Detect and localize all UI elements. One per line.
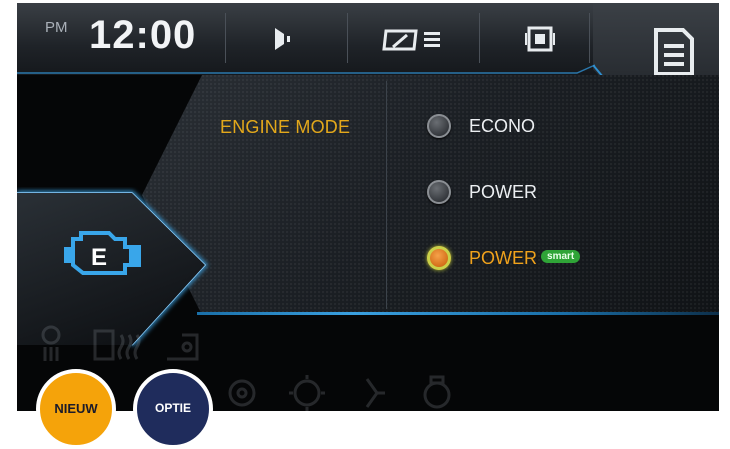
divider	[225, 13, 226, 63]
engine-check-icon[interactable]: E	[59, 225, 149, 286]
option-label: POWER	[469, 247, 538, 268]
am-pm-indicator: PM	[45, 19, 68, 36]
option-badge: OPTIE	[133, 369, 213, 449]
topbar-glow-line	[17, 64, 596, 74]
option-badge-label: OPTIE	[154, 401, 191, 415]
option-label: ECONO	[469, 115, 536, 136]
option-label: POWER	[469, 181, 538, 202]
radio-button[interactable]	[427, 114, 451, 138]
display-screen: PM 12:00 ENGINE MODE ECONO POWER POWER s…	[17, 3, 719, 411]
smart-badge: smart	[541, 249, 581, 263]
engine-icon-letter: E	[91, 244, 107, 271]
faint-icons-row-2	[228, 375, 451, 411]
radio-button[interactable]	[427, 180, 451, 204]
engine-mode-title: ENGINE MODE	[220, 117, 351, 137]
new-badge-label: NIEUW	[54, 401, 98, 416]
clock-time: 12:00	[89, 13, 197, 57]
faint-icons-row-1	[41, 325, 199, 361]
radio-button-selected[interactable]	[427, 246, 451, 270]
new-badge: NIEUW	[36, 369, 116, 449]
panel-divider	[386, 81, 387, 309]
option-econo[interactable]: ECONO	[427, 111, 535, 141]
option-power-smart[interactable]: POWER smart	[427, 243, 581, 273]
divider	[589, 13, 590, 63]
divider	[479, 13, 480, 63]
option-power[interactable]: POWER	[427, 177, 537, 207]
divider	[347, 13, 348, 63]
panel-glow	[197, 312, 719, 315]
